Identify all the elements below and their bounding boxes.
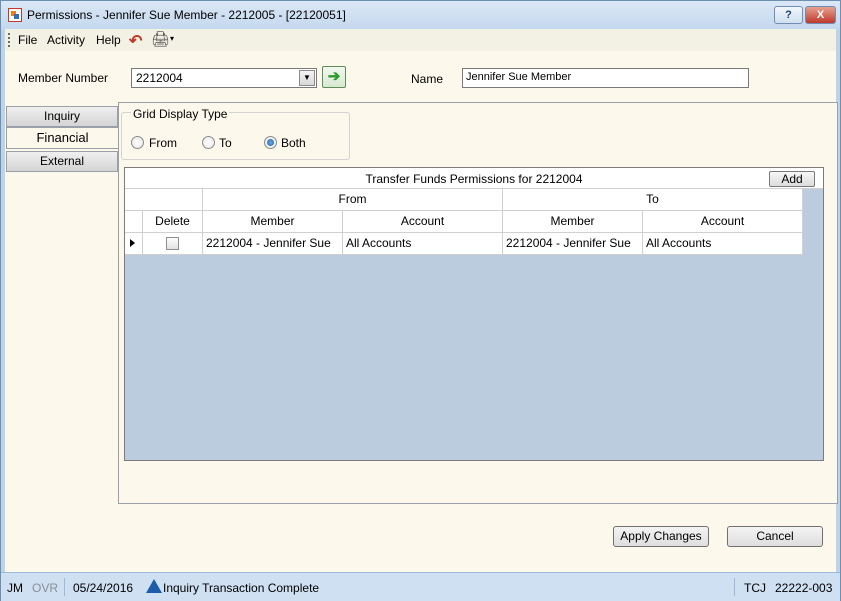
grid-display-type-group: Grid Display Type From To Both [121,107,350,160]
transfer-permissions-grid[interactable]: Transfer Funds Permissions for 2212004 A… [124,167,824,461]
menu-bar: File Activity Help ↶ 🖨 ▾ [5,29,836,51]
apply-changes-button[interactable]: Apply Changes [613,526,709,547]
help-button[interactable]: ? [774,6,803,24]
to-member-cell[interactable]: 2212004 - Jennifer Sue [503,233,643,255]
group-header-from: From [203,189,503,211]
member-number-value: 2212004 [136,71,183,85]
close-button[interactable]: X [805,6,836,24]
tab-external[interactable]: External [6,151,118,172]
to-account-cell[interactable]: All Accounts [643,233,803,255]
group-header-blank [125,189,203,211]
name-field[interactable]: Jennifer Sue Member [462,68,749,88]
status-location: TCJ [744,581,766,595]
delete-checkbox[interactable] [166,237,179,250]
menu-activity[interactable]: Activity [47,33,85,47]
add-button[interactable]: Add [769,171,815,187]
radio-from-label[interactable]: From [149,136,177,150]
grid-title-row: Transfer Funds Permissions for 2212004 A… [125,168,823,189]
name-label: Name [411,72,444,86]
column-header-delete[interactable]: Delete [143,211,203,233]
client-area: File Activity Help ↶ 🖨 ▾ Member Number 2… [5,29,838,572]
status-date: 05/24/2016 [73,581,134,595]
status-mode: OVR [32,581,59,595]
member-number-combo[interactable]: 2212004 ▼ [131,68,317,88]
from-member-cell[interactable]: 2212004 - Jennifer Sue [203,233,343,255]
status-user: JM [7,581,23,595]
delete-cell [143,233,203,255]
status-separator [64,578,65,596]
radio-both-label[interactable]: Both [281,136,306,150]
permissions-window: Permissions - Jennifer Sue Member - 2212… [0,0,841,601]
title-bar[interactable]: Permissions - Jennifer Sue Member - 2212… [1,1,840,29]
status-separator [734,578,735,596]
app-icon [8,8,22,22]
radio-to[interactable] [202,136,215,149]
radio-from[interactable] [131,136,144,149]
row-header-corner [125,211,143,233]
menu-help[interactable]: Help [96,33,121,47]
status-terminal: 22222-003 [775,581,833,595]
column-header-from-member[interactable]: Member [203,211,343,233]
status-message: Inquiry Transaction Complete [163,581,320,595]
chevron-down-icon[interactable]: ▼ [299,70,315,86]
grid-title: Transfer Funds Permissions for 2212004 [365,172,583,186]
column-header-from-account[interactable]: Account [343,211,503,233]
radio-both[interactable] [264,136,277,149]
member-number-label: Member Number [18,71,109,85]
print-dropdown-icon[interactable]: ▾ [170,34,174,43]
grid-display-type-label: Grid Display Type [131,107,230,121]
undo-icon[interactable]: ↶ [129,31,142,51]
column-header-to-member[interactable]: Member [503,211,643,233]
radio-to-label[interactable]: To [219,136,232,150]
warning-triangle-icon [146,579,162,593]
tab-financial[interactable]: Financial [6,127,118,149]
window-title: Permissions - Jennifer Sue Member - 2212… [27,8,346,22]
go-arrow-button[interactable]: ➔ [322,66,346,88]
tab-inquiry[interactable]: Inquiry [6,106,118,127]
row-selector[interactable] [125,233,143,255]
column-header-to-account[interactable]: Account [643,211,803,233]
row-selector-arrow-icon [130,239,135,247]
toolbar-grip-icon [8,33,10,47]
financial-tab-panel: Grid Display Type From To Both Transfer … [118,102,838,504]
print-icon[interactable]: 🖨 [151,30,170,48]
from-account-cell[interactable]: All Accounts [343,233,503,255]
status-bar: JM OVR 05/24/2016 Inquiry Transaction Co… [1,572,840,601]
cancel-button[interactable]: Cancel [727,526,823,547]
group-header-to: To [503,189,803,211]
menu-file[interactable]: File [18,33,37,47]
